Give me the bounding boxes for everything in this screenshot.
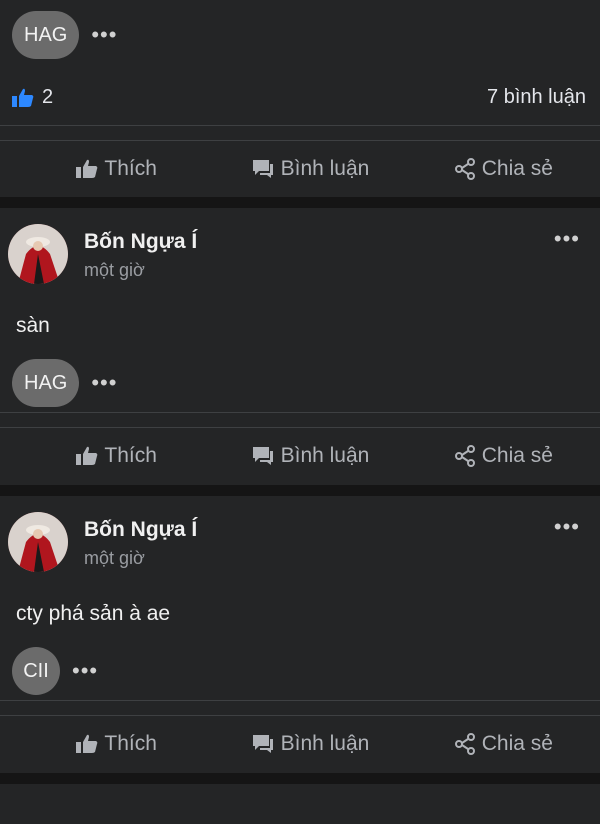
separator <box>0 773 600 784</box>
stock-tag[interactable]: HAG <box>12 11 80 59</box>
share-label: Chia sẻ <box>481 732 553 755</box>
more-icon[interactable]: ••• <box>554 514 580 540</box>
like-count-value: 2 <box>42 86 54 108</box>
author-name[interactable]: Bốn Ngựa Í <box>84 230 197 254</box>
action-bar: Thích Bình luận Chia sẻ <box>0 715 600 772</box>
comment-icon <box>252 447 273 465</box>
post-meta: Bốn Ngựa Í một giờ <box>84 230 197 281</box>
stock-tag[interactable]: HAG <box>12 359 80 407</box>
share-button[interactable]: Chia sẻ <box>407 157 600 181</box>
comment-button[interactable]: Bình luận <box>213 444 406 468</box>
comment-count[interactable]: 7 bình luận <box>487 86 586 109</box>
author-name[interactable]: Bốn Ngựa Í <box>84 518 197 542</box>
reaction-stats: 2 7 bình luận <box>0 70 600 126</box>
avatar[interactable] <box>8 224 68 284</box>
more-icon[interactable]: ••• <box>554 226 580 252</box>
post-time: một giờ <box>84 260 145 280</box>
more-icon[interactable]: ••• <box>91 24 117 46</box>
share-icon <box>454 445 475 467</box>
like-button[interactable]: Thích <box>0 732 213 756</box>
stock-tag[interactable]: CII <box>12 647 60 695</box>
post-card-next <box>0 784 600 824</box>
post-header: Bốn Ngựa Í một giờ ••• <box>0 496 600 582</box>
post-text: cty phá sản à ae <box>16 602 171 625</box>
share-icon <box>454 733 475 755</box>
like-count[interactable]: 2 <box>12 86 53 109</box>
avatar-image <box>8 224 68 284</box>
avatar[interactable] <box>8 512 68 572</box>
share-button[interactable]: Chia sẻ <box>407 444 600 468</box>
comment-label: Bình luận <box>280 444 370 467</box>
thumbs-up-icon <box>76 734 98 753</box>
post-time: một giờ <box>84 548 145 568</box>
separator <box>0 485 600 496</box>
tag-row: HAG ••• <box>0 354 600 413</box>
action-bar: Thích Bình luận Chia sẻ <box>0 427 600 484</box>
comment-icon <box>252 160 273 178</box>
thumbs-up-icon <box>76 446 98 465</box>
post-meta: Bốn Ngựa Í một giờ <box>84 518 197 569</box>
share-button[interactable]: Chia sẻ <box>407 732 600 756</box>
post-header: Bốn Ngựa Í một giờ ••• <box>0 208 600 294</box>
post-card: Bốn Ngựa Í một giờ ••• cty phá sản à ae … <box>0 496 600 773</box>
action-bar: Thích Bình luận Chia sẻ <box>0 140 600 197</box>
like-label: Thích <box>104 444 157 467</box>
comment-label: Bình luận <box>280 157 370 180</box>
comment-button[interactable]: Bình luận <box>213 157 406 181</box>
like-button[interactable]: Thích <box>0 157 213 181</box>
comment-button[interactable]: Bình luận <box>213 732 406 756</box>
post-card-top: HAG ••• 2 7 bình luận Thích Bình luận Ch… <box>0 0 600 197</box>
like-label: Thích <box>104 732 157 755</box>
more-icon[interactable]: ••• <box>72 660 98 682</box>
share-icon <box>454 158 475 180</box>
comment-icon <box>252 735 273 753</box>
tag-row: HAG ••• <box>0 0 600 70</box>
tag-row: CII ••• <box>0 642 600 701</box>
more-icon[interactable]: ••• <box>91 372 117 394</box>
thumbs-up-icon <box>12 88 34 107</box>
like-button[interactable]: Thích <box>0 444 213 468</box>
separator <box>0 197 600 208</box>
avatar-image <box>8 512 68 572</box>
like-label: Thích <box>104 157 157 180</box>
post-card: Bốn Ngựa Í một giờ ••• sàn HAG ••• Thích… <box>0 208 600 485</box>
thumbs-up-icon <box>76 159 98 178</box>
share-label: Chia sẻ <box>481 157 553 180</box>
share-label: Chia sẻ <box>481 444 553 467</box>
post-text: sàn <box>16 314 50 337</box>
comment-label: Bình luận <box>280 732 370 755</box>
